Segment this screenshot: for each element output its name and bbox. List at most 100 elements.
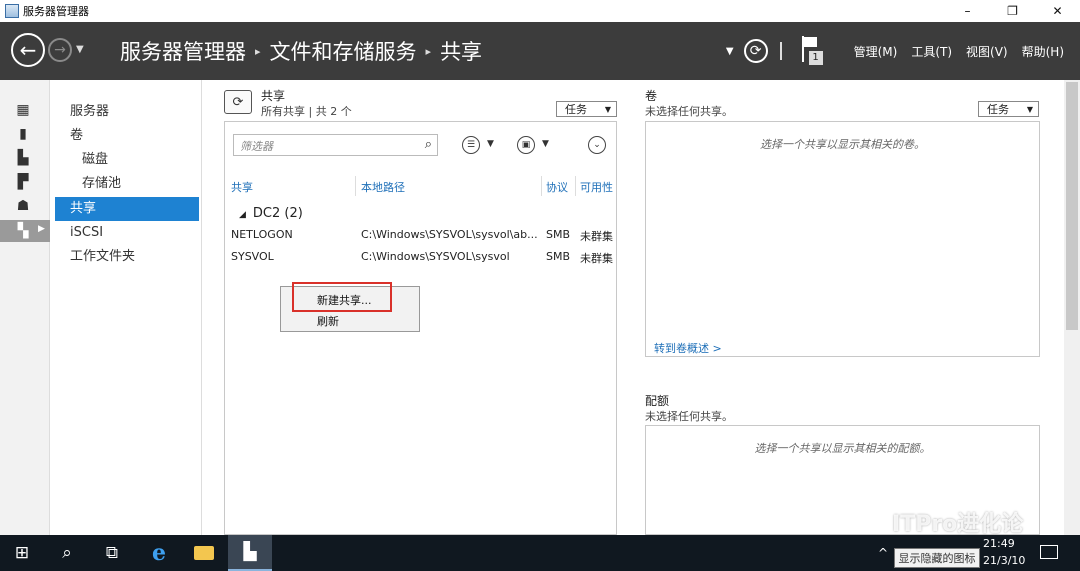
chevron-down-icon: ▼ <box>604 104 611 114</box>
menu-manage[interactable]: 管理(M) <box>854 43 898 60</box>
quota-hint: 选择一个共享以显示其相关的配额。 <box>754 442 931 455</box>
refresh-icon[interactable]: ⟳ <box>743 39 768 63</box>
dns-icon[interactable]: ☗ <box>14 198 32 214</box>
window-title: 服务器管理器 <box>23 5 89 18</box>
dashboard-icon[interactable]: ▦ <box>14 102 32 118</box>
menu-view[interactable]: 视图(V) <box>966 43 1008 60</box>
column-separator <box>541 176 542 196</box>
breadcrumb-item-server-manager[interactable]: 服务器管理器 <box>120 36 246 66</box>
header-actions: ▼ ⟳ 1 管理(M) 工具(T) 视图(V) 帮助(H) <box>726 36 1064 66</box>
forward-icon[interactable]: → <box>48 38 72 62</box>
ad-ds-icon[interactable]: ▛ <box>14 174 32 190</box>
group-label: DC2 (2) <box>252 206 303 221</box>
row-sysvol-name[interactable]: SYSVOL <box>231 250 356 263</box>
tooltip: 显示隐藏的图标 <box>894 548 980 568</box>
watermark-logo: ITPro进化论 <box>848 506 1023 538</box>
expand-collapse-icon[interactable]: ⌄ <box>588 136 606 154</box>
file-storage-icon: ▚ <box>17 223 29 239</box>
search-icon[interactable]: ⌕ <box>425 137 432 152</box>
volume-hint: 选择一个共享以显示其相关的卷。 <box>760 138 925 151</box>
refresh-dropdown-icon[interactable]: ▼ <box>726 46 734 57</box>
nav-item-work-folders[interactable]: 工作文件夹 <box>51 245 199 269</box>
row-netlogon-name[interactable]: NETLOGON <box>231 228 356 241</box>
column-header-local-path[interactable]: 本地路径 <box>361 179 541 195</box>
expand-arrow-icon: ▶ <box>38 224 45 234</box>
breadcrumb-separator-icon: ▸ <box>255 44 261 58</box>
row-sysvol-availability[interactable]: 未群集 <box>580 250 617 266</box>
volume-subtitle: 未选择任何共享。 <box>645 105 733 118</box>
filter-placeholder: 筛选器 <box>240 140 273 153</box>
server-manager-taskbar-icon[interactable]: ▙ <box>228 535 272 571</box>
search-icon[interactable]: ⌕ <box>45 535 89 571</box>
shares-tasks-button[interactable]: 任务 ▼ <box>556 101 617 117</box>
column-header-protocol[interactable]: 协议 <box>546 179 576 195</box>
column-separator <box>575 176 576 196</box>
column-header-availability[interactable]: 可用性 <box>580 179 617 195</box>
history-dropdown-icon[interactable]: ▼ <box>76 44 84 55</box>
nav-item-disks[interactable]: 磁盘 <box>51 148 199 172</box>
minimize-button[interactable]: – <box>945 0 990 22</box>
quota-subtitle: 未选择任何共享。 <box>645 410 733 423</box>
nav-pane: 服务器 卷 磁盘 存储池 共享 iSCSI 工作文件夹 <box>51 80 202 535</box>
tasks-label: 任务 <box>987 103 1009 116</box>
menu-help[interactable]: 帮助(H) <box>1022 43 1064 60</box>
column-header-share[interactable]: 共享 <box>231 179 351 195</box>
file-explorer-icon[interactable] <box>182 535 226 571</box>
save-query-dropdown-icon[interactable]: ▼ <box>542 139 549 149</box>
breadcrumb: 服务器管理器 ▸ 文件和存储服务 ▸ 共享 <box>120 36 482 66</box>
all-servers-icon[interactable]: ▙ <box>14 150 32 166</box>
volume-box: 选择一个共享以显示其相关的卷。 转到卷概述 > <box>645 121 1040 357</box>
highlight-box <box>292 282 392 312</box>
scrollbar-thumb[interactable] <box>1066 82 1078 330</box>
column-separator <box>355 176 356 196</box>
notifications-flag-icon[interactable]: 1 <box>800 36 824 66</box>
notification-count-badge: 1 <box>808 51 823 65</box>
task-view-icon[interactable]: ⧉ <box>90 535 134 571</box>
shares-panel-icon: ⟳ <box>224 90 252 114</box>
row-sysvol-path[interactable]: C:\Windows\SYSVOL\sysvol <box>361 250 541 263</box>
nav-item-shares[interactable]: 共享 <box>55 197 199 221</box>
quota-title: 配额 <box>645 394 670 408</box>
maximize-button[interactable]: ❐ <box>990 0 1035 22</box>
group-header[interactable]: ◢ DC2 (2) <box>239 206 303 221</box>
vertical-scrollbar[interactable] <box>1064 80 1080 535</box>
breadcrumb-separator-icon: ▸ <box>425 44 432 58</box>
watermark-chat-icon <box>848 510 886 534</box>
internet-explorer-icon[interactable]: e <box>137 535 181 571</box>
title-bar: 服务器管理器 – ❐ ✕ <box>0 0 1080 22</box>
save-query-icon[interactable]: ▣ <box>517 136 535 154</box>
menu-item-refresh[interactable]: 刷新 <box>317 313 339 329</box>
file-storage-rail-selected[interactable]: ▚ ▶ <box>0 220 50 242</box>
nav-item-storage-pools[interactable]: 存储池 <box>51 172 199 196</box>
row-netlogon-availability[interactable]: 未群集 <box>580 228 617 244</box>
watermark-text: ITPro进化论 <box>892 512 1024 537</box>
local-server-icon[interactable]: ▮ <box>14 126 32 142</box>
list-options-dropdown-icon[interactable]: ▼ <box>487 139 494 149</box>
nav-item-volumes[interactable]: 卷 <box>51 124 199 148</box>
collapse-triangle-icon[interactable]: ◢ <box>239 210 246 220</box>
action-center-icon[interactable] <box>1040 545 1058 559</box>
back-icon[interactable]: ← <box>11 33 45 67</box>
shares-subtitle: 所有共享 | 共 2 个 <box>261 105 352 118</box>
tasks-label: 任务 <box>565 103 587 116</box>
row-netlogon-path[interactable]: C:\Windows\SYSVOL\sysvol\ab... <box>361 228 541 241</box>
row-netlogon-protocol[interactable]: SMB <box>546 228 576 241</box>
clock-date[interactable]: 21/3/10 <box>983 554 1025 567</box>
show-hidden-icons-chevron-icon[interactable]: ^ <box>873 535 893 571</box>
row-sysvol-protocol[interactable]: SMB <box>546 250 576 263</box>
nav-item-servers[interactable]: 服务器 <box>51 100 199 124</box>
breadcrumb-item-file-storage[interactable]: 文件和存储服务 <box>270 36 417 66</box>
close-button[interactable]: ✕ <box>1035 0 1080 22</box>
volume-tasks-button[interactable]: 任务 ▼ <box>978 101 1039 117</box>
list-options-icon[interactable]: ☰ <box>462 136 480 154</box>
divider <box>779 42 782 60</box>
volume-title: 卷 <box>645 89 658 103</box>
menu-tools[interactable]: 工具(T) <box>911 43 952 60</box>
breadcrumb-item-shares: 共享 <box>440 40 483 64</box>
clock-time[interactable]: 21:49 <box>983 537 1015 550</box>
filter-input[interactable]: 筛选器 ⌕ <box>233 134 438 156</box>
start-windows-icon[interactable]: ⊞ <box>0 535 44 571</box>
shares-title: 共享 <box>261 89 286 103</box>
nav-item-iscsi[interactable]: iSCSI <box>51 221 199 245</box>
go-to-volumes-link[interactable]: 转到卷概述 > <box>654 340 722 356</box>
